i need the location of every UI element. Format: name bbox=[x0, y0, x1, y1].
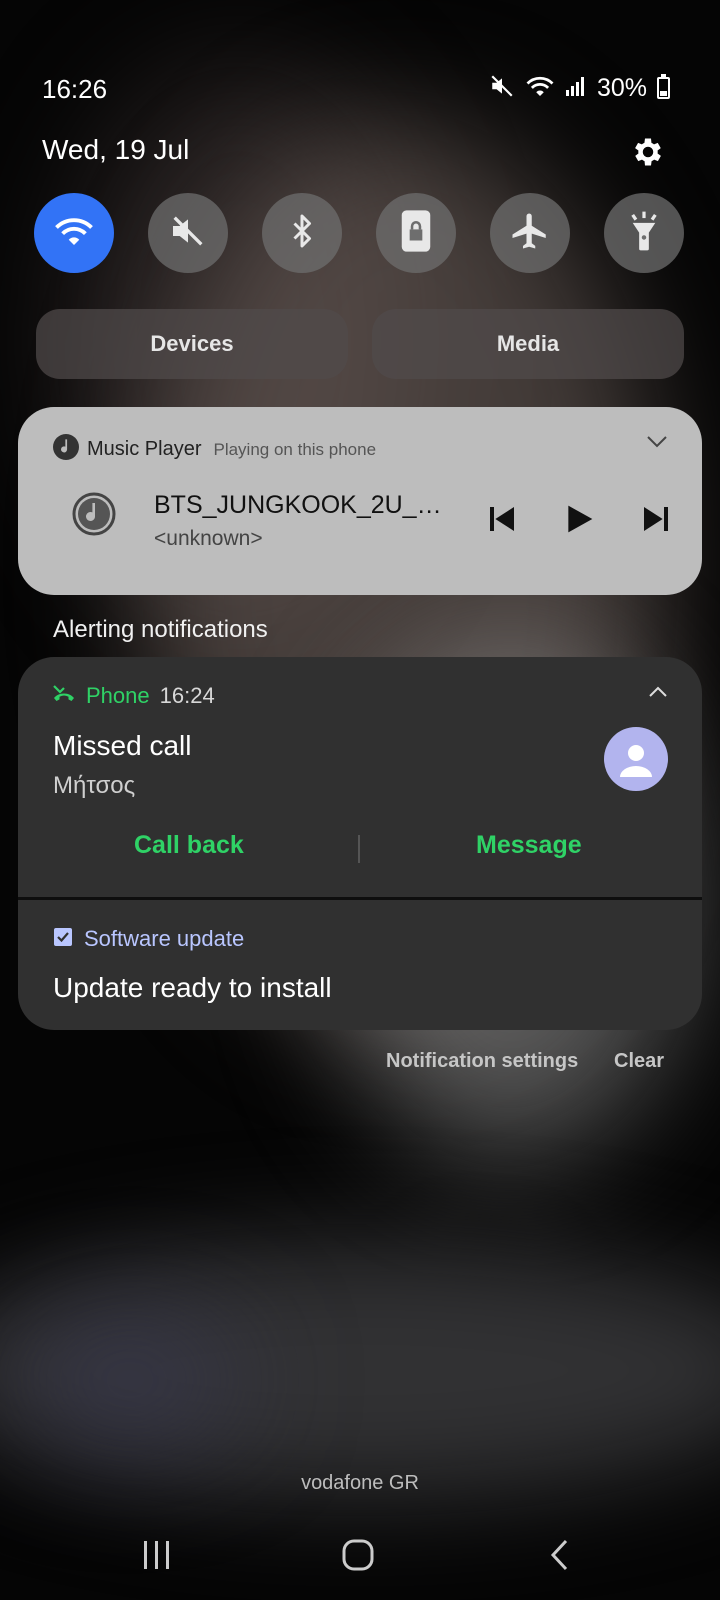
wifi-icon bbox=[53, 213, 95, 254]
recents-icon[interactable] bbox=[127, 1530, 187, 1580]
status-time: 16:26 bbox=[42, 74, 108, 104]
lock-icon bbox=[397, 208, 435, 259]
bluetooth-icon bbox=[284, 210, 320, 257]
music-note-icon bbox=[53, 434, 79, 465]
back-icon[interactable] bbox=[530, 1530, 590, 1580]
music-subtitle: Playing on this phone bbox=[213, 439, 377, 459]
song-title: BTS_JUNGKOOK_2U_Co... bbox=[154, 491, 454, 519]
play-icon[interactable] bbox=[559, 499, 599, 539]
song-artist: <unknown> bbox=[154, 527, 263, 550]
sound-toggle[interactable] bbox=[148, 193, 228, 273]
bluetooth-toggle[interactable] bbox=[262, 193, 342, 273]
airplane-icon bbox=[509, 210, 551, 257]
devices-button[interactable]: Devices bbox=[36, 309, 348, 379]
rotation-lock-toggle[interactable] bbox=[376, 193, 456, 273]
flashlight-icon bbox=[627, 210, 661, 257]
software-update-app-name: Software update bbox=[84, 926, 245, 951]
music-player-header: Music Player Playing on this phone bbox=[53, 434, 376, 465]
phone-app-name: Phone bbox=[86, 682, 150, 708]
software-update-notification[interactable]: Software update Update ready to install bbox=[18, 900, 702, 1030]
flashlight-toggle[interactable] bbox=[604, 193, 684, 273]
signal-icon bbox=[565, 74, 587, 103]
gear-icon[interactable] bbox=[630, 134, 666, 170]
status-icons: 30% bbox=[489, 70, 670, 106]
call-back-button[interactable]: Call back bbox=[134, 831, 244, 860]
chevron-up-icon[interactable] bbox=[648, 685, 668, 703]
music-app-name: Music Player bbox=[87, 438, 202, 460]
software-update-header: Software update bbox=[54, 926, 244, 952]
music-player-card[interactable]: Music Player Playing on this phone BTS_J… bbox=[18, 407, 702, 595]
airplane-mode-toggle[interactable] bbox=[490, 193, 570, 273]
notification-settings-button[interactable]: Notification settings bbox=[386, 1050, 578, 1073]
skip-next-icon[interactable] bbox=[636, 499, 676, 539]
missed-call-icon bbox=[52, 682, 76, 709]
phone-notification-time: 16:24 bbox=[159, 682, 215, 708]
missed-call-title: Missed call bbox=[53, 730, 192, 761]
wifi-icon bbox=[525, 73, 555, 104]
action-divider bbox=[358, 835, 360, 863]
media-button[interactable]: Media bbox=[372, 309, 684, 379]
album-art-icon bbox=[72, 492, 116, 536]
battery-percent: 30% bbox=[596, 73, 647, 102]
status-bar: 16:26 30% bbox=[0, 66, 720, 112]
quick-settings-row bbox=[34, 193, 684, 273]
date-label: Wed, 19 Jul bbox=[42, 134, 190, 165]
carrier-label: vodafone GR bbox=[301, 1472, 419, 1494]
battery-icon bbox=[657, 74, 670, 99]
phone-notification-header: Phone 16:24 bbox=[52, 682, 215, 709]
software-update-body: Update ready to install bbox=[53, 972, 332, 1003]
avatar bbox=[604, 727, 668, 791]
missed-call-notification[interactable]: Phone 16:24 Missed call Μήτσος Call back… bbox=[18, 657, 702, 897]
alerting-notifications-label: Alerting notifications bbox=[53, 616, 268, 643]
message-button[interactable]: Message bbox=[476, 831, 582, 860]
caller-name: Μήτσος bbox=[53, 772, 136, 799]
navigation-bar bbox=[0, 1510, 720, 1600]
wifi-toggle[interactable] bbox=[34, 193, 114, 273]
mute-icon bbox=[168, 211, 208, 256]
clear-button[interactable]: Clear bbox=[614, 1050, 664, 1073]
skip-previous-icon[interactable] bbox=[482, 499, 522, 539]
checkbox-icon bbox=[54, 927, 72, 952]
notification-card: Phone 16:24 Missed call Μήτσος Call back… bbox=[18, 657, 702, 1030]
home-icon[interactable] bbox=[328, 1530, 388, 1580]
mute-icon bbox=[489, 73, 515, 104]
chevron-down-icon[interactable] bbox=[646, 435, 668, 454]
notification-actions: Call back Message bbox=[18, 819, 702, 879]
